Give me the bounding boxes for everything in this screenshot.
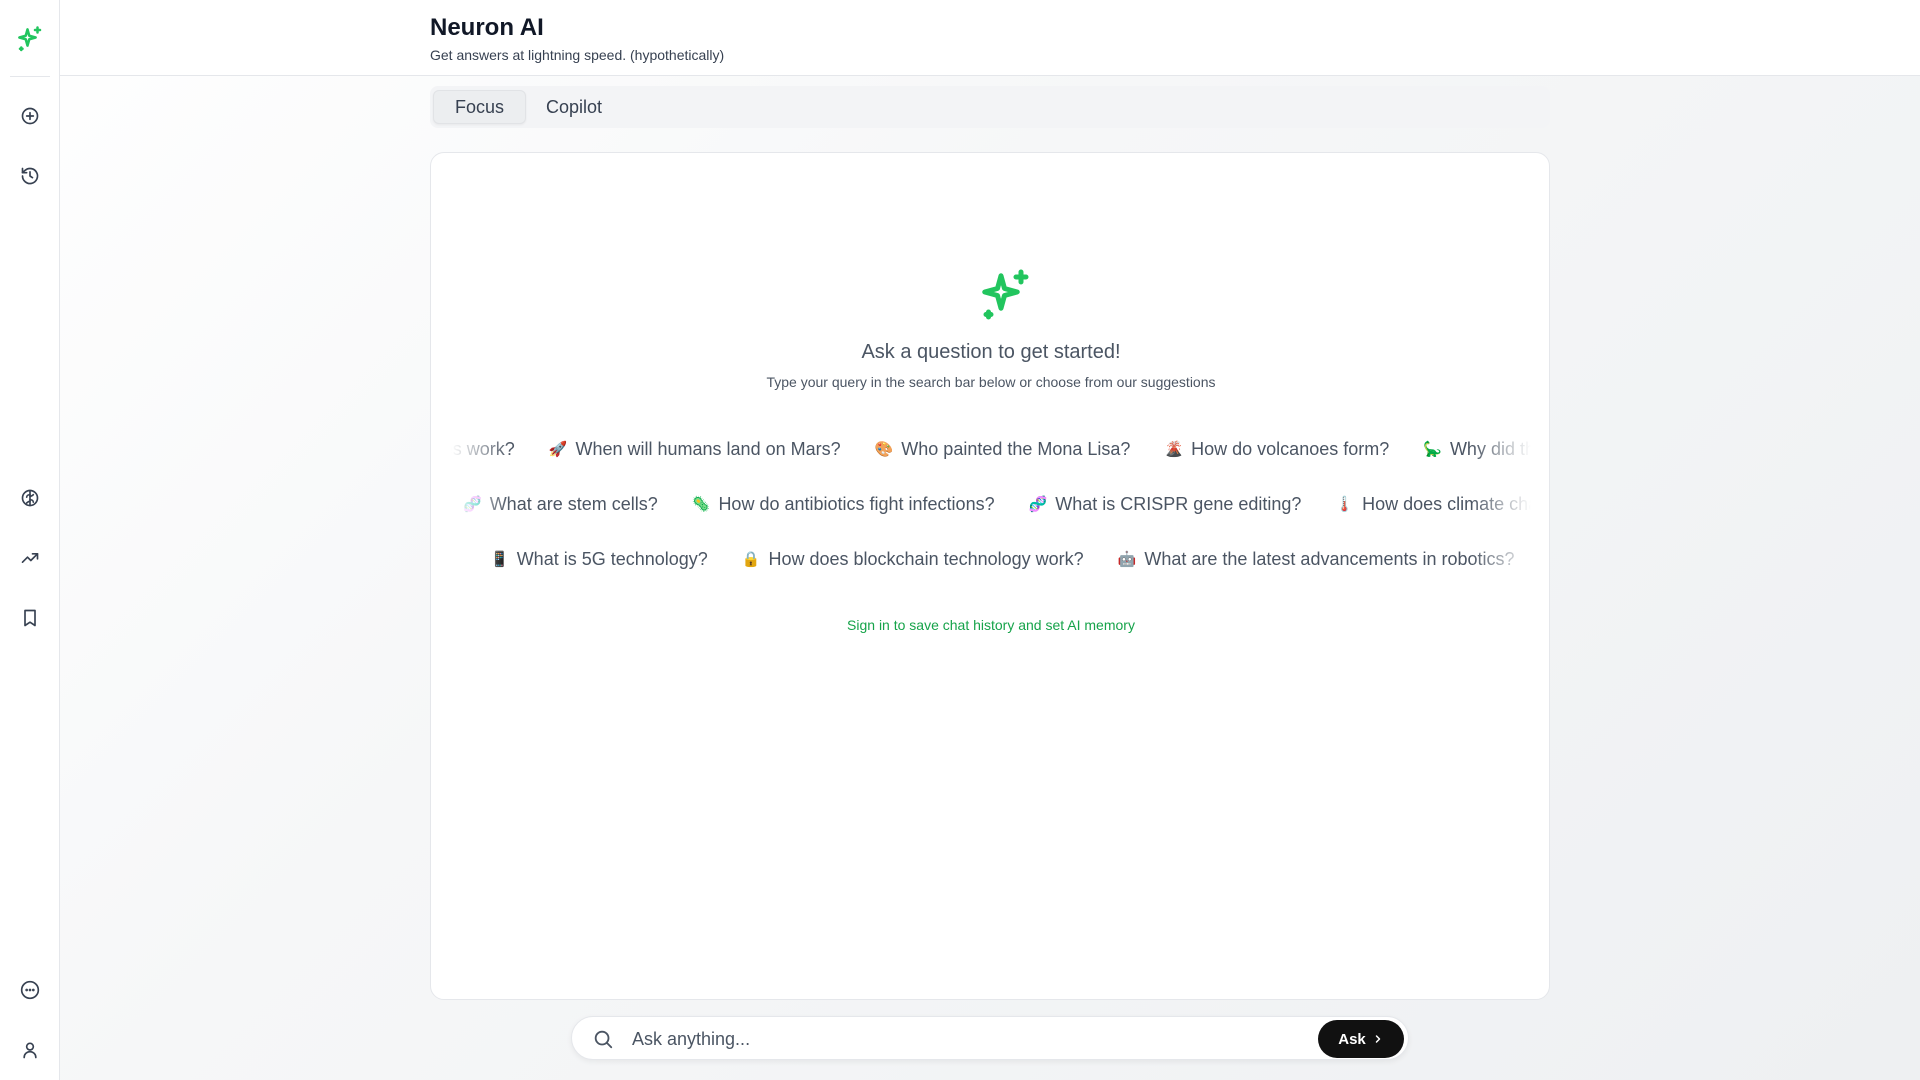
search-icon [594,1030,613,1049]
history-button[interactable] [14,160,46,192]
sidebar-divider [10,76,50,77]
suggestion-text: What are the latest advancements in robo… [1144,548,1515,569]
user-icon [23,1042,37,1059]
suggestion-emoji: 🧬 [1028,496,1048,513]
suggestion-chip[interactable]: 🧬 What are stem cells? [451,487,670,521]
suggestion-chip[interactable]: 🦕 Why did the dinosaurs go extinct? [1411,432,1531,466]
suggestion-text: When will humans land on Mars? [575,438,841,459]
suggestion-text: What is 5G technology? [516,548,708,569]
suggestion-text: Why did the dinosaurs go extinct? [1449,438,1531,459]
suggestion-chip[interactable]: 🧬 What is CRISPR gene editing? [1017,487,1314,521]
suggestion-chip[interactable]: 🔒 How does blockchain technology work? [730,542,1096,576]
page-subtitle: Get answers at lightning speed. (hypothe… [430,47,725,63]
ask-button-label: Ask [1338,1030,1366,1048]
brain-icon [21,489,39,507]
mode-tabs: Focus Copilot [430,86,1550,128]
page-title: Neuron AI [430,14,544,41]
chat-panel: Ask a question to get started! Type your… [430,152,1550,1000]
suggestions-track-2: 🧬 What are stem cells? 🦠 How do antibiotic… [451,487,1531,521]
suggestion-text: What is CRISPR gene editing? [1055,493,1302,514]
suggestion-text: How do antibiotics fight infections? [718,493,995,514]
more-horizontal-circle-icon [20,980,40,1000]
suggestion-chip[interactable]: 📱 What is 5G technology? [478,542,720,576]
trending-up-icon [21,553,39,563]
history-icon [21,167,39,185]
suggestion-emoji: 🌡️ [1335,496,1355,513]
ask-button[interactable]: Ask [1318,1020,1404,1058]
suggestions-track-3: 📱 What is 5G technology? 🔒 How does blockc… [478,542,1531,576]
suggestion-emoji: 🦠 [691,496,711,513]
suggestion-chip[interactable]: 🚀 When will humans land on Mars? [537,432,853,466]
suggestion-text: How does blockchain technology work? [768,548,1084,569]
hero-sparkles-icon [982,269,1029,320]
empty-state-subtitle: Type your query in the search bar below … [766,374,1216,390]
suggestion-emoji: 🦕 [1423,441,1442,458]
suggestion-chip[interactable]: 💨How do wind turbines work? [451,432,527,466]
suggestion-text: How do volcanoes form? [1191,438,1390,459]
suggestion-emoji: 🚀 [548,441,568,458]
suggestion-chip[interactable]: 🌋 How do volcanoes form? [1152,432,1401,466]
more-button[interactable] [14,974,46,1006]
bookmarks-button[interactable] [14,602,46,634]
suggestion-chip[interactable]: 🦠 How do antibiotics fight infections? [680,487,1007,521]
plus-circle-icon [21,107,39,125]
sign-in-link[interactable]: Sign in to save chat history and set AI … [431,617,1549,633]
empty-state-title: Ask a question to get started! [861,341,1121,363]
suggestion-chip[interactable]: 🌡️ How does climate change affect us? [1323,487,1531,521]
suggestion-text: Who painted the Mona Lisa? [901,438,1131,459]
logo-sparkles-icon[interactable] [14,24,46,56]
suggestion-chip[interactable]: 🎨 Who painted the Mona Lisa? [863,432,1143,466]
bookmark-icon [24,609,36,627]
search-bar: Ask [571,1016,1409,1060]
suggestion-emoji: 🤖 [1117,551,1137,568]
suggestion-text: How do wind turbines work? [451,438,515,459]
suggestions-row-3: 📱 What is 5G technology? 🔒 How does blockc… [451,542,1531,576]
trending-button[interactable] [14,542,46,574]
suggestions-track-1: 💨How do wind turbines work? 🚀 When will h… [451,432,1531,466]
sidebar [0,0,60,1080]
new-chat-button[interactable] [14,100,46,132]
account-button[interactable] [14,1034,46,1066]
search-input[interactable] [632,1023,1312,1055]
tab-focus[interactable]: Focus [433,90,527,124]
chevron-right-icon [1375,1035,1381,1043]
suggestion-text: What are stem cells? [489,493,658,514]
suggestion-emoji: 🎨 [874,441,894,458]
suggestions-row-2: 🧬 What are stem cells? 🦠 How do antibiotic… [451,487,1531,521]
tab-copilot[interactable]: Copilot [525,90,623,124]
suggestion-emoji: 🌋 [1164,441,1184,458]
header: Neuron AI Get answers at lightning speed… [60,0,1920,76]
explore-button[interactable] [14,482,46,514]
suggestion-chip[interactable]: 🤖 What are the latest advancements in rob… [1106,542,1527,576]
suggestion-emoji: 🧬 [463,496,482,513]
suggestion-emoji: 🔒 [741,551,761,568]
suggestion-emoji: 📱 [490,551,509,568]
suggestions-row-1: 💨How do wind turbines work? 🚀 When will h… [451,432,1531,466]
suggestion-text: How does climate change affect us? [1362,493,1531,514]
